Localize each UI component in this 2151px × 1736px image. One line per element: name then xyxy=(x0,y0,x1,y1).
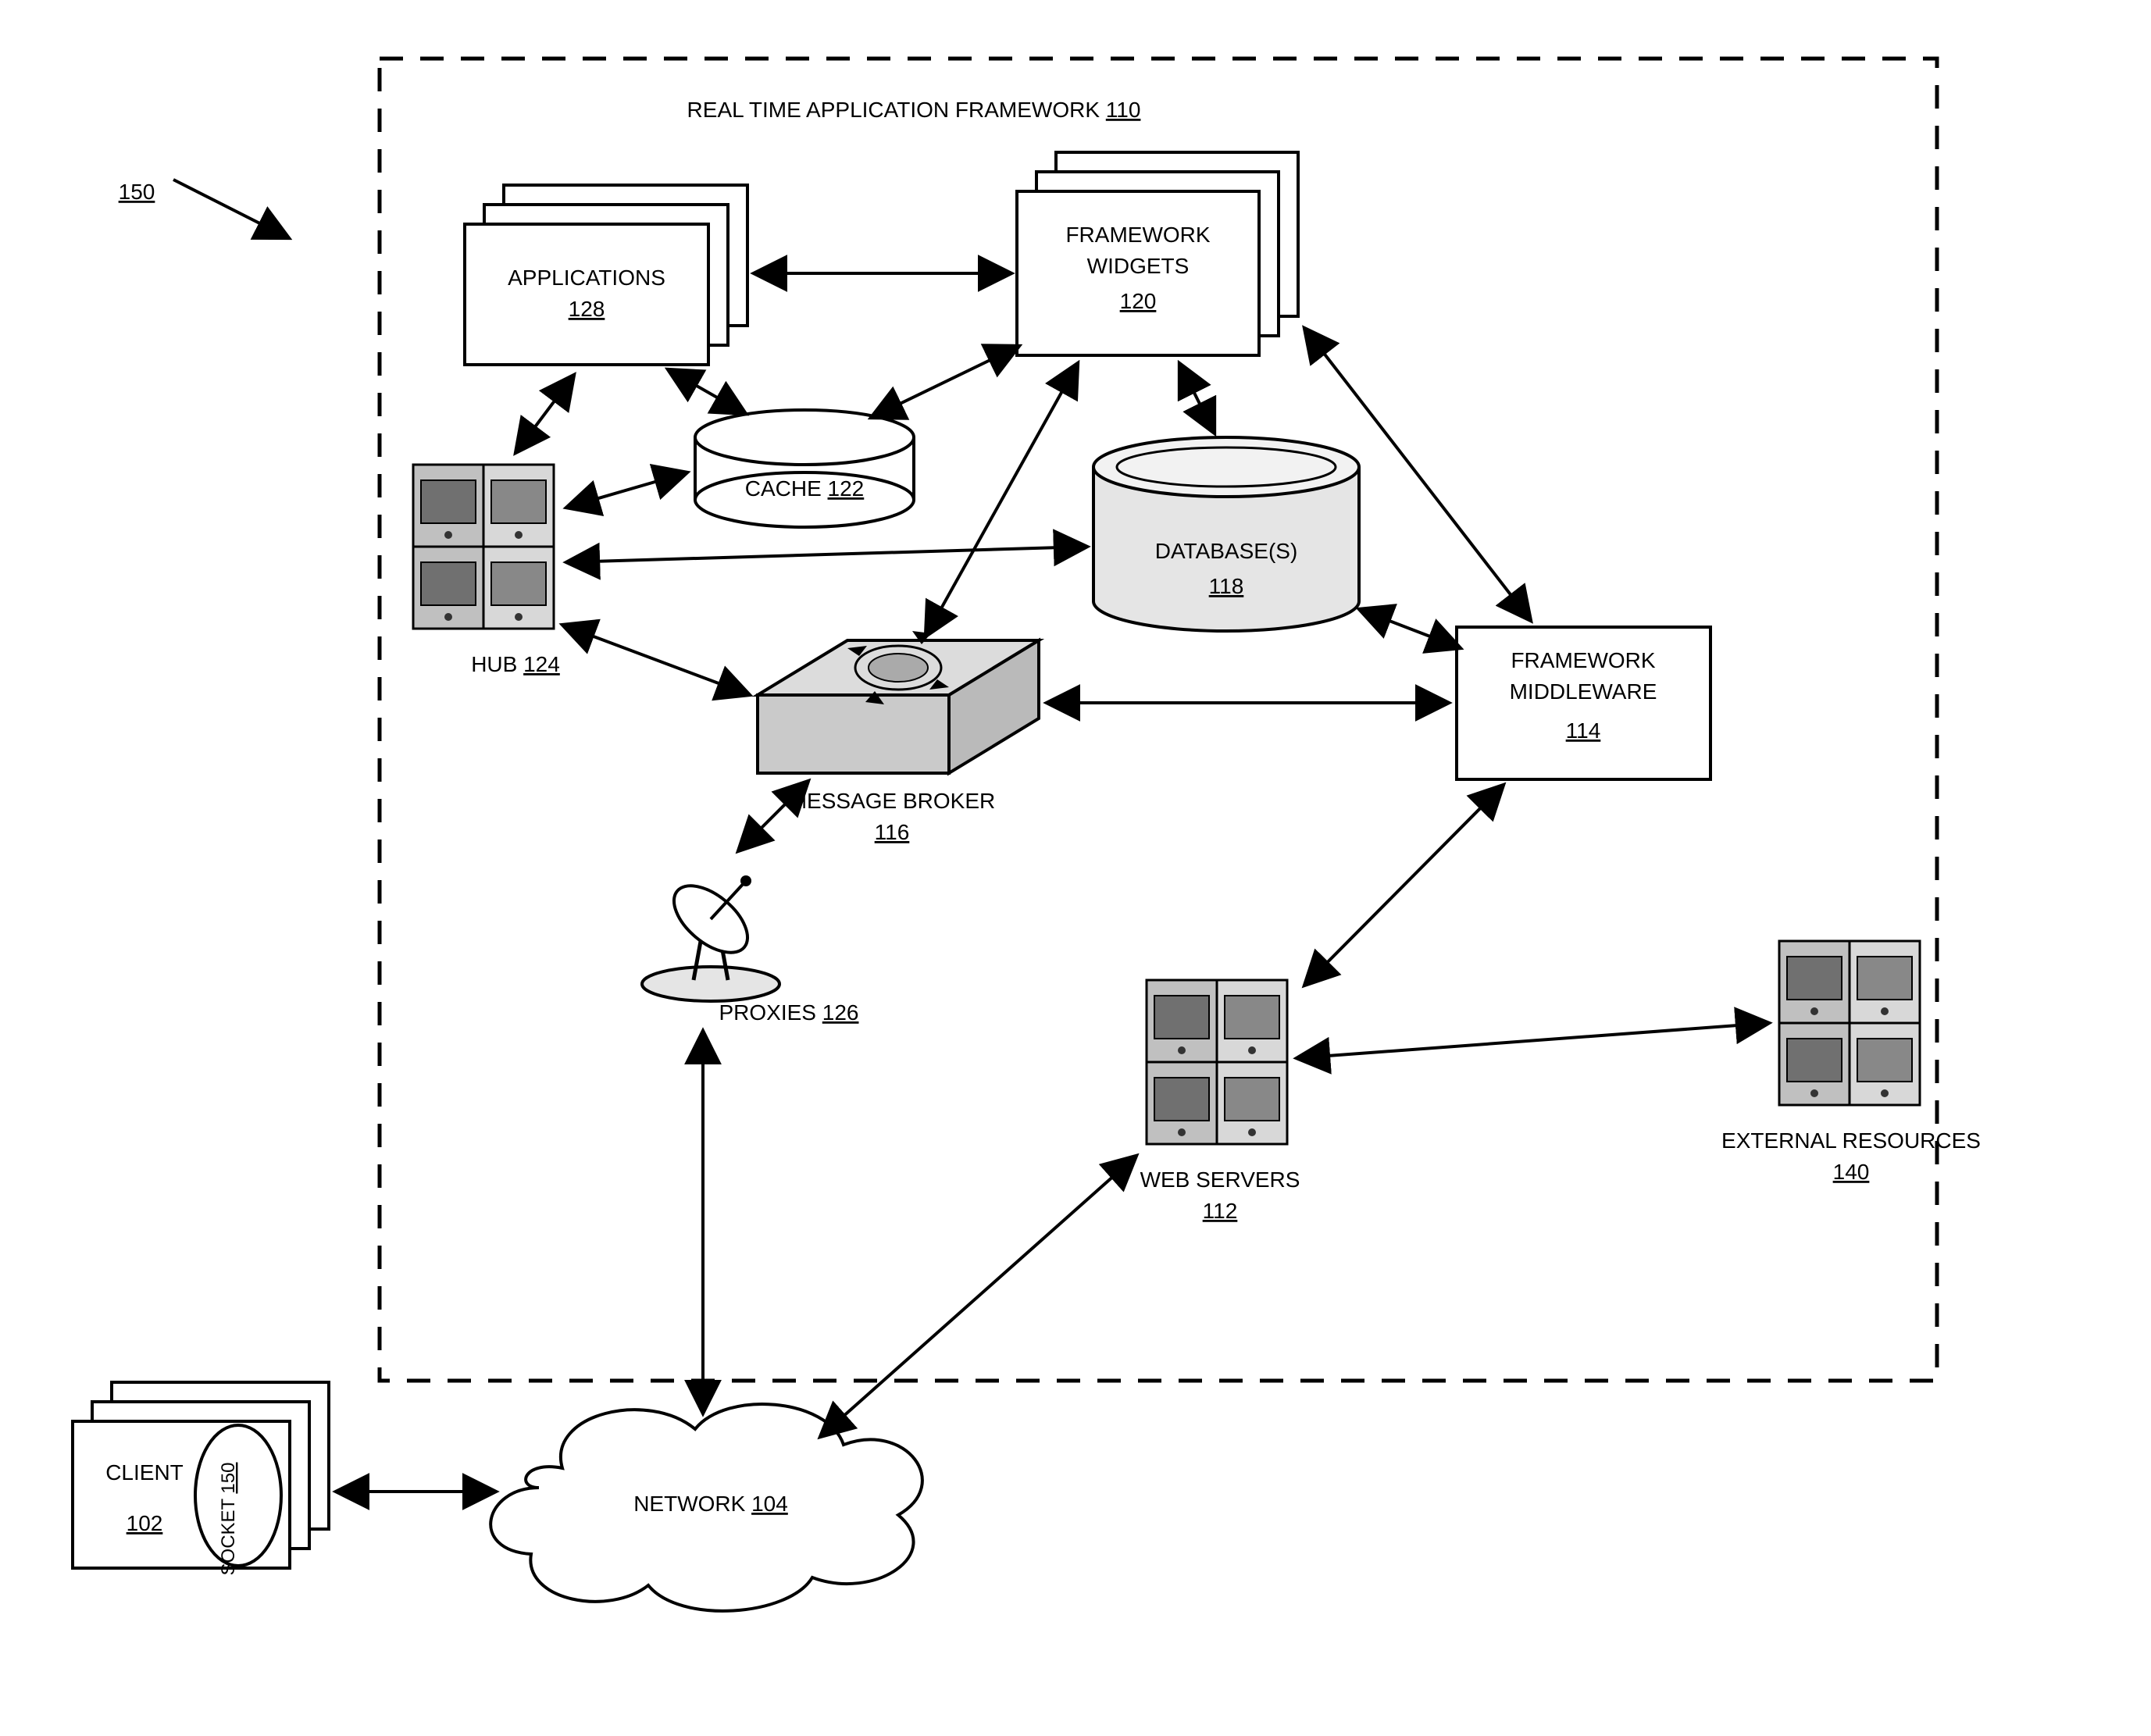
figure-ref: 150 xyxy=(119,180,289,238)
network-node: NETWORK 104 xyxy=(490,1404,922,1611)
fm-label1: FRAMEWORK xyxy=(1511,648,1655,672)
message-broker-node: MESSAGE BROKER 116 xyxy=(758,631,1039,844)
frame-title: REAL TIME APPLICATION FRAMEWORK 110 xyxy=(687,98,1141,122)
hub-text: HUB 124 xyxy=(471,652,560,676)
framework-widgets-label1: FRAMEWORK xyxy=(1065,223,1210,247)
hub-node xyxy=(413,465,554,629)
databases-node: DATABASE(S) 118 xyxy=(1093,437,1359,631)
client-ref: 102 xyxy=(127,1511,163,1535)
cache-text: CACHE 122 xyxy=(745,476,865,501)
client-node: CLIENT 102 SOCKET 150 xyxy=(73,1382,329,1575)
framework-widgets-label2: WIDGETS xyxy=(1087,254,1190,278)
socket-text: SOCKET 150 xyxy=(218,1463,239,1576)
proxies-node xyxy=(642,873,779,1001)
fm-ref: 114 xyxy=(1566,718,1601,743)
architecture-diagram: 150 REAL TIME APPLICATION FRAMEWORK 110 … xyxy=(0,0,2151,1736)
external-resources-ref: 140 xyxy=(1833,1160,1870,1184)
client-label: CLIENT xyxy=(105,1460,184,1485)
framework-widgets-node: FRAMEWORK WIDGETS 120 xyxy=(1017,152,1298,355)
fm-label2: MIDDLEWARE xyxy=(1510,679,1657,704)
message-broker-ref: 116 xyxy=(875,820,910,844)
web-servers-node xyxy=(1147,980,1287,1144)
network-text: NETWORK 104 xyxy=(633,1492,788,1516)
databases-ref: 118 xyxy=(1209,574,1244,598)
message-broker-label: MESSAGE BROKER xyxy=(789,789,996,813)
applications-node: APPLICATIONS 128 xyxy=(465,185,747,365)
external-resources-label: EXTERNAL RESOURCES xyxy=(1721,1128,1981,1153)
connections xyxy=(336,273,1769,1492)
web-servers-label: WEB SERVERS xyxy=(1140,1167,1300,1192)
proxies-text: PROXIES 126 xyxy=(719,1000,859,1025)
external-resources-node xyxy=(1779,941,1920,1105)
framework-widgets-ref: 120 xyxy=(1120,289,1157,313)
applications-ref: 128 xyxy=(569,297,605,321)
cache-node: CACHE 122 xyxy=(695,410,914,527)
framework-middleware-node: FRAMEWORK MIDDLEWARE 114 xyxy=(1457,627,1710,779)
databases-label: DATABASE(S) xyxy=(1155,539,1298,563)
applications-label: APPLICATIONS xyxy=(508,266,665,290)
web-servers-ref: 112 xyxy=(1203,1199,1238,1223)
figure-ref-text: 150 xyxy=(119,180,155,204)
